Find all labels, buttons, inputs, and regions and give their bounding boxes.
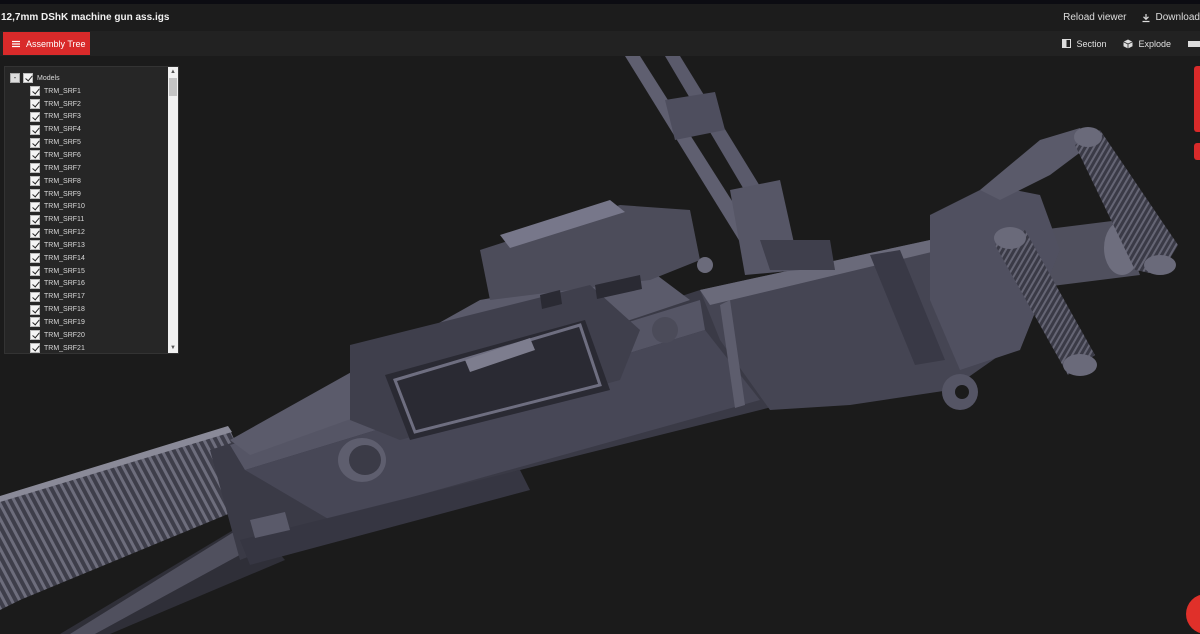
tree-item-label: TRM_SRF7 (44, 164, 81, 172)
toolbar: Assembly Tree Section Explode (0, 31, 1200, 56)
collapse-toggle[interactable]: - (10, 73, 20, 84)
tree-item-label: TRM_SRF9 (44, 190, 81, 198)
tree-item-checkbox[interactable] (30, 111, 40, 122)
tree-item[interactable]: TRM_SRF4 (5, 123, 169, 136)
tree-item-label: TRM_SRF8 (44, 177, 81, 185)
tree-item-label: TRM_SRF21 (44, 344, 85, 352)
tree-item-label: TRM_SRF2 (44, 100, 81, 108)
tree-item-checkbox[interactable] (30, 240, 40, 251)
title-actions: Reload viewer Download (1063, 4, 1200, 31)
tree-item[interactable]: TRM_SRF19 (5, 316, 169, 329)
tree-item-checkbox[interactable] (30, 330, 40, 341)
tree-item-checkbox[interactable] (30, 304, 40, 315)
tool-actions: Section Explode (1062, 31, 1200, 56)
tree-item-label: TRM_SRF5 (44, 139, 81, 147)
root-checkbox[interactable] (23, 73, 33, 84)
download-icon (1142, 13, 1150, 22)
fullscreen-button[interactable] (1188, 40, 1200, 48)
tree-item-checkbox[interactable] (30, 124, 40, 135)
tree-item-label: TRM_SRF11 (44, 216, 85, 224)
tree-item-checkbox[interactable] (30, 163, 40, 174)
explode-label: Explode (1138, 38, 1171, 49)
side-panel-tab[interactable] (1194, 66, 1200, 132)
tree-item-label: TRM_SRF4 (44, 126, 81, 134)
assembly-tree-label: Assembly Tree (26, 38, 86, 49)
list-icon (12, 40, 20, 47)
reload-label: Reload viewer (1063, 12, 1127, 23)
tree-item[interactable]: TRM_SRF12 (5, 226, 169, 239)
scroll-down-arrow-icon[interactable]: ▼ (168, 343, 178, 353)
tree-item-checkbox[interactable] (30, 253, 40, 264)
assembly-tree-button[interactable]: Assembly Tree (3, 32, 90, 55)
screen-icon (1188, 40, 1200, 47)
tree-item[interactable]: TRM_SRF7 (5, 162, 169, 175)
tree-item[interactable]: TRM_SRF2 (5, 98, 169, 111)
tree-item-label: TRM_SRF10 (44, 203, 85, 211)
tree-item-label: TRM_SRF6 (44, 151, 81, 159)
download-label: Download (1155, 12, 1200, 23)
section-icon (1062, 39, 1072, 48)
tree-item-label: TRM_SRF16 (44, 280, 85, 288)
tree-item-checkbox[interactable] (30, 150, 40, 161)
tree-item-checkbox[interactable] (30, 278, 40, 289)
tree-item-label: TRM_SRF20 (44, 331, 85, 339)
section-button[interactable]: Section (1062, 39, 1106, 49)
tree-item[interactable]: TRM_SRF8 (5, 175, 169, 188)
tree-item-label: TRM_SRF14 (44, 254, 85, 262)
tree-item[interactable]: TRM_SRF17 (5, 290, 169, 303)
reload-viewer-button[interactable]: Reload viewer (1063, 12, 1126, 23)
tree-item-checkbox[interactable] (30, 99, 40, 110)
tree-item[interactable]: TRM_SRF9 (5, 188, 169, 201)
assembly-tree-panel: - Models TRM_SRF1 TRM_SRF2 TRM_SRF3 TRM_SRF… (4, 66, 179, 354)
tree-item-label: TRM_SRF18 (44, 306, 85, 314)
explode-icon (1123, 39, 1134, 48)
tree-item-label: TRM_SRF12 (44, 229, 85, 237)
tree-item-label: TRM_SRF3 (44, 113, 81, 121)
tree-list: - Models TRM_SRF1 TRM_SRF2 TRM_SRF3 TRM_SRF… (5, 67, 169, 353)
tree-item-checkbox[interactable] (30, 176, 40, 187)
download-button[interactable]: Download (1141, 12, 1200, 23)
side-panel-tab-small[interactable] (1194, 143, 1200, 160)
tree-item-checkbox[interactable] (30, 227, 40, 238)
tree-item-checkbox[interactable] (30, 189, 40, 200)
tree-item[interactable]: TRM_SRF14 (5, 252, 169, 265)
explode-button[interactable]: Explode (1123, 39, 1171, 49)
tree-item-label: TRM_SRF1 (44, 87, 81, 95)
tree-root-row[interactable]: - Models (5, 72, 169, 85)
3d-viewport[interactable] (0, 56, 1200, 634)
tree-item[interactable]: TRM_SRF11 (5, 213, 169, 226)
tree-item-checkbox[interactable] (30, 291, 40, 302)
tree-item-label: TRM_SRF19 (44, 318, 85, 326)
tree-item-label: TRM_SRF15 (44, 267, 85, 275)
tree-scrollbar[interactable]: ▲ ▼ (168, 67, 178, 353)
tree-item[interactable]: TRM_SRF1 (5, 85, 169, 98)
machine-gun-model (0, 56, 1178, 634)
tree-item-checkbox[interactable] (30, 137, 40, 148)
tree-item-checkbox[interactable] (30, 317, 40, 328)
tree-item-label: TRM_SRF13 (44, 241, 85, 249)
tree-item-checkbox[interactable] (30, 86, 40, 97)
tree-item[interactable]: TRM_SRF5 (5, 136, 169, 149)
tree-item[interactable]: TRM_SRF20 (5, 329, 169, 342)
tree-item[interactable]: TRM_SRF15 (5, 265, 169, 278)
tree-item[interactable]: TRM_SRF18 (5, 303, 169, 316)
scroll-thumb[interactable] (169, 78, 177, 96)
tree-item[interactable]: TRM_SRF6 (5, 149, 169, 162)
tree-item[interactable]: TRM_SRF21 (5, 342, 169, 353)
tree-item[interactable]: TRM_SRF10 (5, 200, 169, 213)
tree-item[interactable]: TRM_SRF16 (5, 278, 169, 291)
tree-item[interactable]: TRM_SRF13 (5, 239, 169, 252)
tree-item-checkbox[interactable] (30, 214, 40, 225)
tree-item-checkbox[interactable] (30, 201, 40, 212)
title-bar: 12,7mm DShK machine gun ass.igs Reload v… (0, 4, 1200, 31)
tree-item-checkbox[interactable] (30, 266, 40, 277)
tree-item[interactable]: TRM_SRF3 (5, 111, 169, 124)
tree-root-label: Models (37, 74, 60, 82)
scroll-up-arrow-icon[interactable]: ▲ (168, 67, 178, 77)
tree-item-label: TRM_SRF17 (44, 293, 85, 301)
tree-item-checkbox[interactable] (30, 343, 40, 353)
section-label: Section (1076, 38, 1107, 49)
document-title: 12,7mm DShK machine gun ass.igs (1, 12, 170, 23)
